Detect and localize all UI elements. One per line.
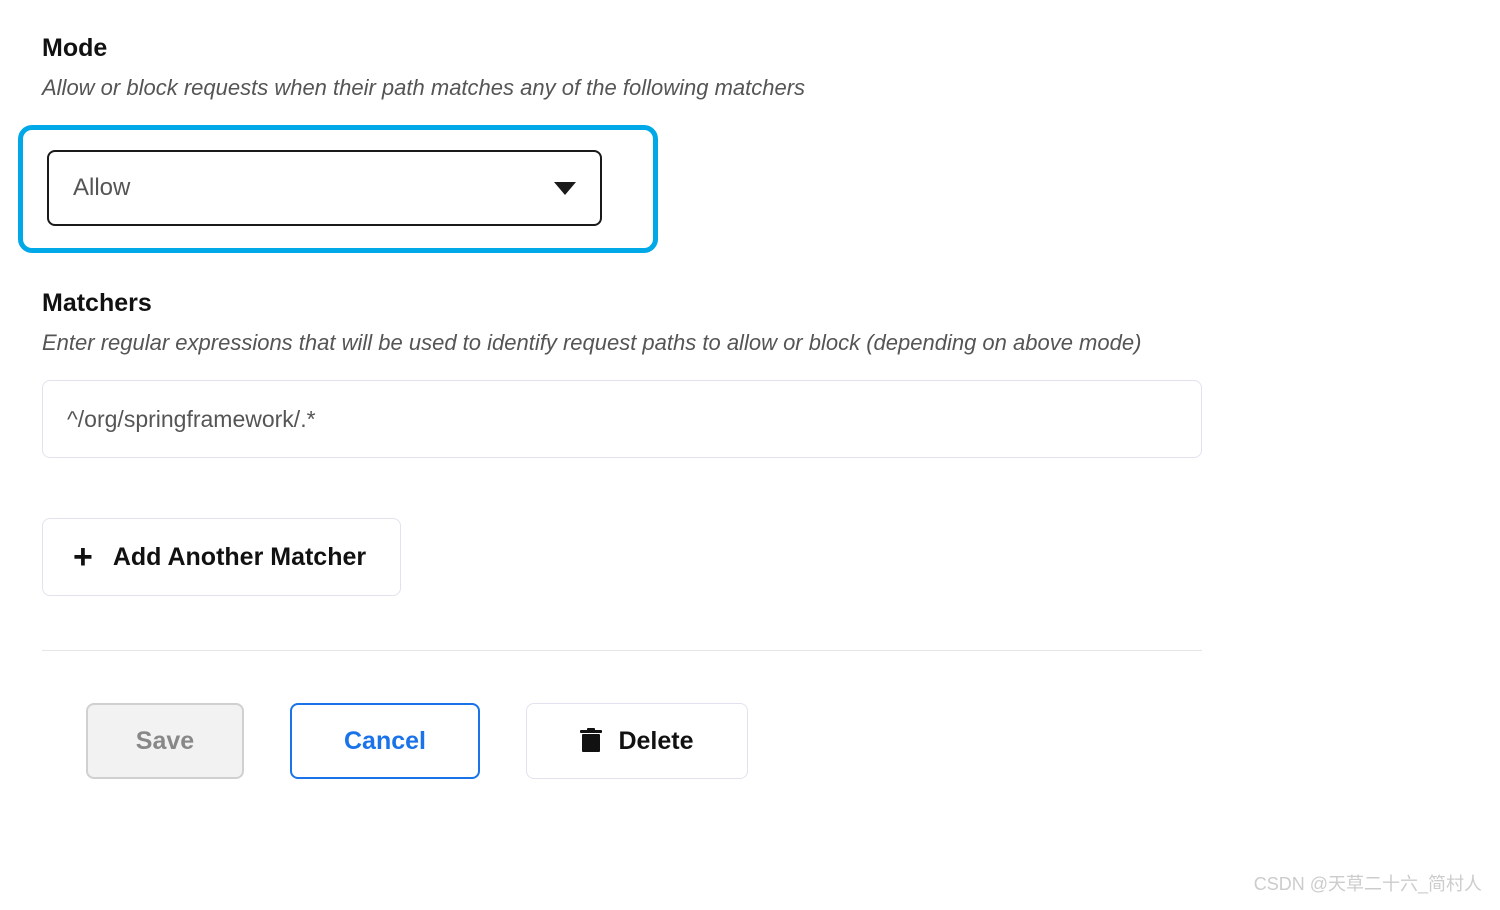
mode-select-value: Allow: [73, 174, 130, 202]
add-matcher-button[interactable]: + Add Another Matcher: [42, 518, 401, 596]
matchers-help-text: Enter regular expressions that will be u…: [42, 330, 1458, 356]
trash-icon: [580, 728, 602, 754]
delete-button[interactable]: Delete: [526, 703, 748, 779]
add-matcher-label: Add Another Matcher: [113, 543, 366, 572]
matchers-label: Matchers: [42, 289, 1458, 318]
caret-down-icon: [554, 182, 576, 195]
watermark: CSDN @天草二十六_简村人: [1254, 870, 1482, 896]
plus-icon: +: [73, 540, 93, 574]
delete-label: Delete: [618, 727, 693, 756]
cancel-button[interactable]: Cancel: [290, 703, 480, 779]
mode-help-text: Allow or block requests when their path …: [42, 75, 1458, 101]
action-buttons: Save Cancel Delete: [42, 703, 1458, 779]
mode-highlight: Allow: [18, 125, 658, 253]
mode-select[interactable]: Allow: [47, 150, 602, 226]
section-divider: [42, 650, 1202, 651]
save-button[interactable]: Save: [86, 703, 244, 779]
matcher-input[interactable]: [42, 380, 1202, 458]
mode-label: Mode: [42, 34, 1458, 63]
